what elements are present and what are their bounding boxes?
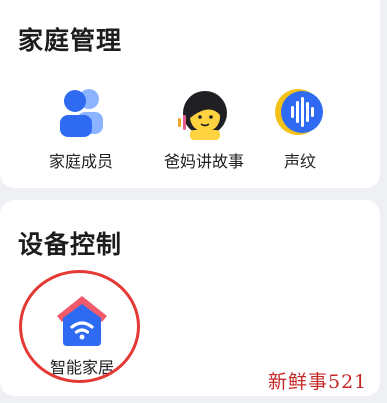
family-members-button[interactable]: 家庭成员 xyxy=(33,86,129,172)
family-management-title: 家庭管理 xyxy=(18,26,123,55)
watermark-text: 新鲜事521 xyxy=(268,371,368,393)
voiceprint-icon xyxy=(270,86,330,142)
family-members-icon xyxy=(51,86,111,142)
highlight-circle xyxy=(19,270,140,383)
device-control-title: 设备控制 xyxy=(18,230,123,259)
parent-story-label: 爸妈讲故事 xyxy=(163,152,244,171)
voiceprint-button[interactable]: 声纹 xyxy=(252,86,348,172)
parent-story-button[interactable]: 爸妈讲故事 xyxy=(156,86,252,172)
voiceprint-label: 声纹 xyxy=(283,152,316,171)
parent-story-icon xyxy=(174,86,234,142)
family-members-label: 家庭成员 xyxy=(48,152,113,171)
